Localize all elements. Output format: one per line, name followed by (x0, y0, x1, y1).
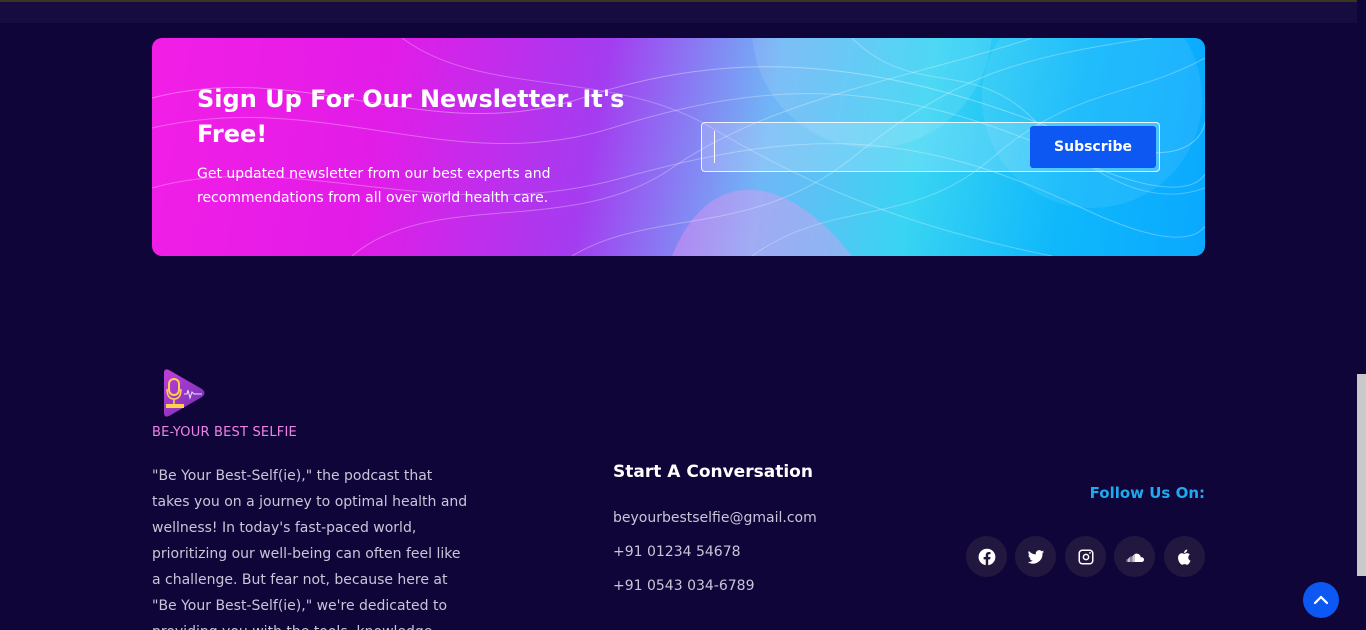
brand-name: BE-YOUR BEST SELFIE (152, 425, 297, 440)
contact-email-link[interactable]: beyourbestselfie@gmail.com (613, 510, 817, 526)
contact-phone-1[interactable]: +91 01234 54678 (613, 544, 741, 560)
facebook-icon (978, 548, 995, 565)
back-to-top-button[interactable] (1303, 582, 1339, 618)
twitter-icon (1027, 549, 1044, 564)
contact-title: Start A Conversation (613, 462, 813, 482)
brand-logo[interactable] (158, 367, 208, 419)
instagram-icon (1078, 549, 1093, 564)
newsletter-description: Get updated newsletter from our best exp… (197, 166, 551, 206)
facebook-button[interactable] (966, 536, 1007, 577)
top-strip (0, 0, 1357, 23)
soundcloud-button[interactable] (1114, 536, 1155, 577)
newsletter-banner: Sign Up For Our Newsletter. It's Free! G… (152, 38, 1205, 256)
scrollbar-thumb[interactable] (1357, 374, 1366, 576)
apple-button[interactable] (1164, 536, 1205, 577)
contact-phone-2[interactable]: +91 0543 034-6789 (613, 578, 754, 594)
apple-icon (1177, 549, 1190, 565)
chevron-up-icon (1313, 595, 1329, 605)
twitter-button[interactable] (1015, 536, 1056, 577)
instagram-button[interactable] (1065, 536, 1106, 577)
subscribe-button[interactable]: Subscribe (1030, 126, 1156, 168)
newsletter-title: Sign Up For Our Newsletter. It's Free! (197, 85, 625, 148)
follow-title: Follow Us On: (1089, 484, 1205, 502)
brand-about-text: "Be Your Best-Self(ie)," the podcast tha… (152, 468, 468, 630)
newsletter-form: Subscribe (701, 122, 1160, 172)
newsletter-email-input[interactable] (714, 131, 1024, 163)
soundcloud-icon (1126, 553, 1144, 562)
